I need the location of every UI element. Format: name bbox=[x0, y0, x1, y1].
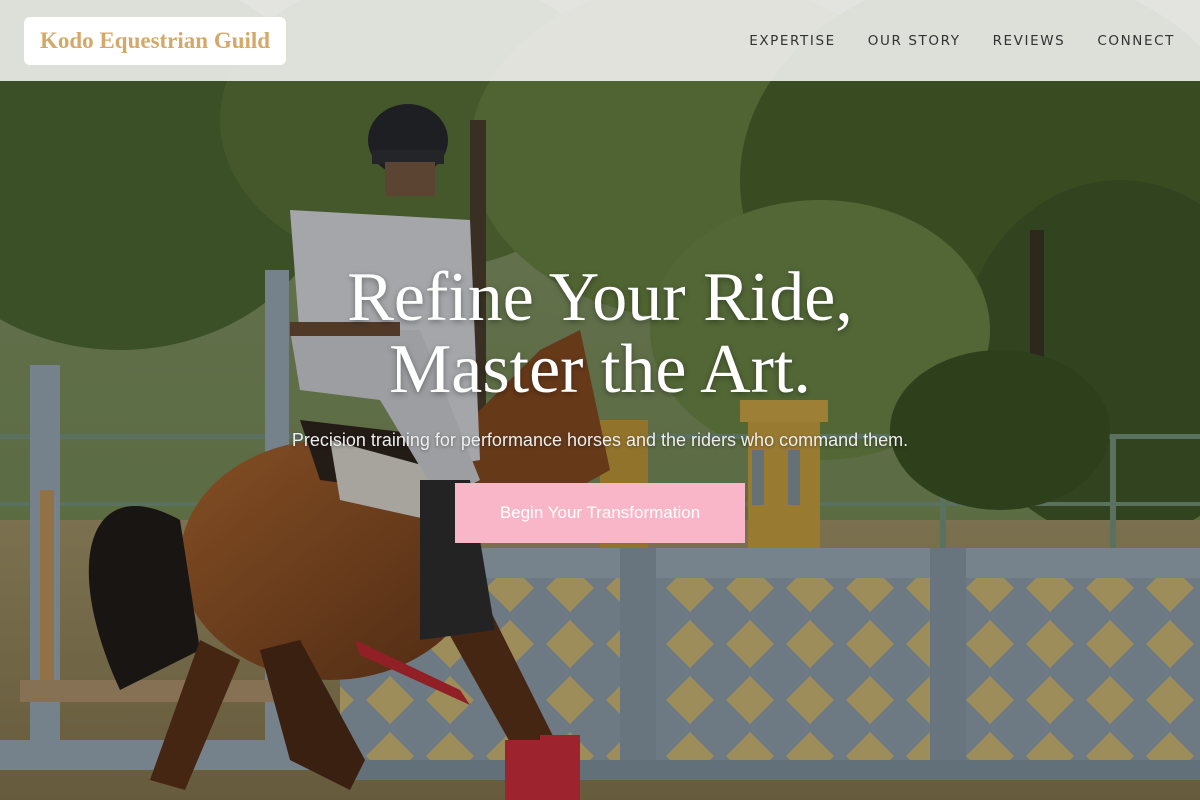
hero-subtitle: Precision training for performance horse… bbox=[291, 430, 909, 450]
nav-link-connect[interactable]: CONNECT bbox=[1097, 33, 1175, 49]
nav-link-expertise[interactable]: EXPERTISE bbox=[749, 33, 836, 49]
hero-title: Refine Your Ride, Master the Art. bbox=[347, 262, 853, 406]
brand-logo[interactable]: Kodo Equestrian Guild bbox=[24, 16, 287, 65]
main-nav: EXPERTISE OUR STORY REVIEWS CONNECT bbox=[749, 33, 1175, 49]
nav-link-reviews[interactable]: REVIEWS bbox=[993, 33, 1066, 49]
begin-transformation-button[interactable]: Begin Your Transformation bbox=[455, 483, 745, 543]
site-header: Kodo Equestrian Guild EXPERTISE OUR STOR… bbox=[0, 0, 1200, 81]
hero-title-line-1: Refine Your Ride, bbox=[347, 259, 853, 336]
hero-section: Refine Your Ride, Master the Art. Precis… bbox=[0, 81, 1200, 800]
nav-link-our-story[interactable]: OUR STORY bbox=[868, 33, 961, 49]
hero-title-line-2: Master the Art. bbox=[389, 331, 811, 408]
